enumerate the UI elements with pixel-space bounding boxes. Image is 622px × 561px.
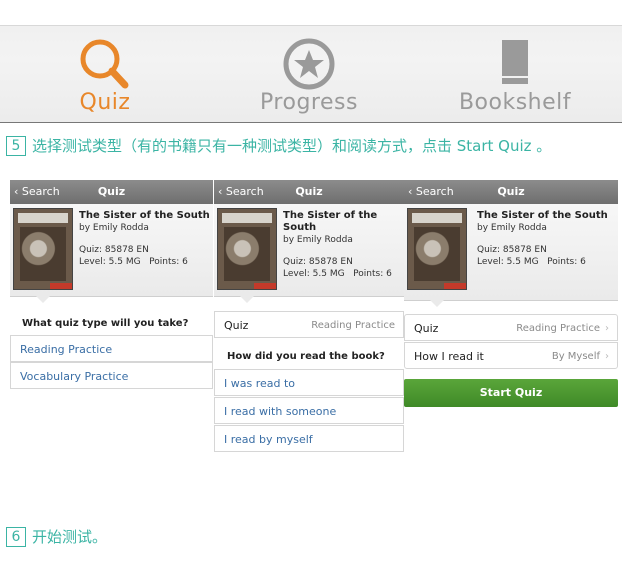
quiz-type-row[interactable]: Quiz Reading Practice › (404, 314, 618, 341)
search-icon (75, 36, 135, 96)
nav-title: Quiz (497, 185, 525, 198)
chevron-right-icon: › (605, 351, 609, 362)
nav-bar: ‹ Search Quiz (10, 180, 213, 204)
book-title: The Sister of the South (79, 210, 210, 221)
option-read-by-myself[interactable]: I read by myself (214, 425, 404, 452)
chevron-right-icon: › (605, 323, 609, 334)
step-number: 5 (6, 135, 26, 156)
pointer-notch (430, 300, 444, 307)
divider (0, 25, 622, 26)
book-level: Level: 5.5 MG (79, 257, 141, 267)
option-reading-practice[interactable]: Reading Practice (10, 335, 213, 362)
book-cover (217, 208, 277, 290)
row-value: Reading Practice › (516, 323, 609, 334)
option-read-with-someone[interactable]: I read with someone (214, 397, 404, 424)
book-info: The Sister of the South by Emily Rodda Q… (283, 210, 404, 280)
tab-progress[interactable]: Progress (224, 30, 394, 120)
tab-label: Bookshelf (458, 90, 572, 115)
nav-bar: ‹ Search Quiz (214, 180, 404, 204)
book-author: by Emily Rodda (283, 235, 353, 245)
quiz-type-question: What quiz type will you take? (22, 318, 189, 329)
read-method-row[interactable]: How I read it By Myself › (404, 342, 618, 369)
step-number: 6 (6, 526, 26, 547)
option-vocabulary-practice[interactable]: Vocabulary Practice (10, 362, 213, 389)
quiz-number: Quiz: 85878 EN (283, 257, 353, 267)
book-points: Points: 6 (353, 269, 392, 279)
pointer-notch (240, 296, 254, 303)
step-caption: 5 选择测试类型（有的书籍只有一种测试类型）和阅读方式，点击 Start Quiz… (6, 135, 551, 156)
book-points: Points: 6 (547, 257, 586, 267)
book-header: The Sister of the South by Emily Rodda Q… (10, 204, 213, 303)
screen-read-method: ‹ Search Quiz The Sister of the South by… (214, 180, 404, 470)
book-info: The Sister of the South by Emily Rodda Q… (79, 210, 210, 268)
start-quiz-button[interactable]: Start Quiz (404, 379, 618, 407)
row-value: By Myself › (551, 351, 609, 362)
book-info: The Sister of the South by Emily Rodda Q… (477, 210, 608, 268)
book-author: by Emily Rodda (477, 223, 547, 233)
row-label: How I read it (414, 350, 484, 363)
book-title: The Sister of the South (477, 210, 608, 221)
book-level: Level: 5.5 MG (477, 257, 539, 267)
book-author: by Emily Rodda (79, 223, 149, 233)
nav-title: Quiz (97, 185, 126, 198)
option-was-read-to[interactable]: I was read to (214, 369, 404, 396)
nav-bar: ‹ Search Quiz (404, 180, 618, 204)
tab-bar: Quiz Progress Bookshelf (0, 0, 622, 123)
row-label: Quiz (224, 319, 249, 332)
star-icon (281, 36, 337, 96)
step-text: 选择测试类型（有的书籍只有一种测试类型）和阅读方式，点击 Start Quiz … (32, 137, 552, 155)
book-cover (407, 208, 467, 290)
book-level: Level: 5.5 MG (283, 269, 345, 279)
nav-title: Quiz (295, 185, 323, 198)
fade-overlay (0, 470, 622, 510)
pointer-notch (36, 296, 50, 303)
book-points: Points: 6 (149, 257, 188, 267)
book-icon (495, 36, 535, 96)
screen-quiz-type: ‹ Search Quiz The Sister of the South by… (10, 180, 213, 410)
step-caption: 6 开始测试。 (6, 526, 107, 547)
tab-label: Progress (260, 90, 358, 115)
quiz-type-row[interactable]: Quiz Reading Practice (214, 311, 404, 338)
screen-start-quiz: ‹ Search Quiz The Sister of the South by… (404, 180, 618, 420)
step-text: 开始测试。 (32, 528, 108, 546)
quiz-number: Quiz: 85878 EN (79, 245, 149, 255)
book-header: The Sister of the South by Emily Rodda Q… (404, 204, 618, 307)
quiz-number: Quiz: 85878 EN (477, 245, 547, 255)
row-value: Reading Practice (311, 320, 395, 331)
tab-bookshelf[interactable]: Bookshelf (430, 30, 600, 120)
row-label: Quiz (414, 322, 439, 335)
book-header: The Sister of the South by Emily Rodda Q… (214, 204, 404, 303)
tab-label: Quiz (79, 90, 131, 115)
read-method-question: How did you read the book? (227, 351, 385, 362)
book-title: The Sister of the South (283, 210, 378, 233)
tab-quiz[interactable]: Quiz (20, 30, 190, 120)
book-cover (13, 208, 73, 290)
